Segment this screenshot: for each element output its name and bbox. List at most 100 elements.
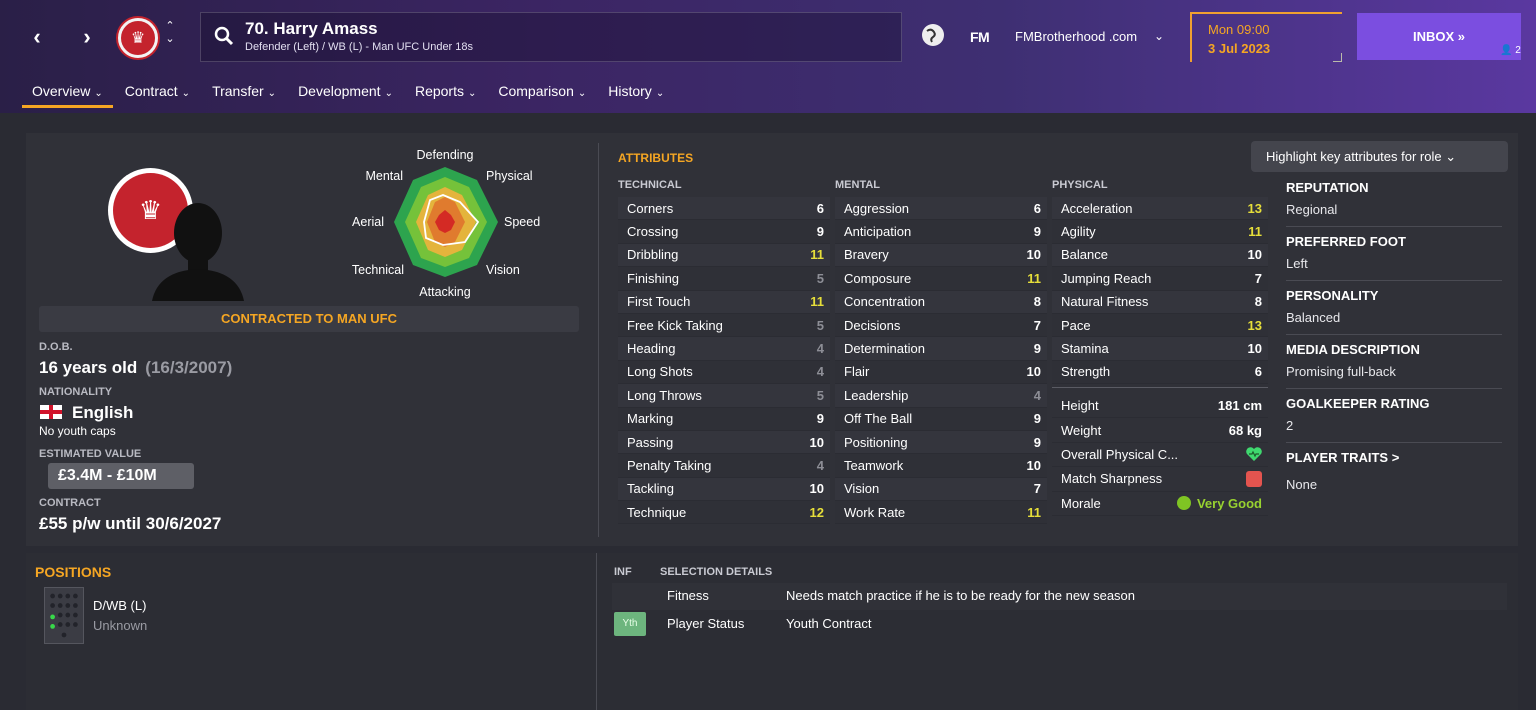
separator	[1286, 226, 1502, 227]
attribute-row[interactable]: Crossing 9	[618, 220, 830, 244]
tab-development[interactable]: Development ⌄	[288, 80, 403, 108]
game-date[interactable]: Mon 09:00 3 Jul 2023	[1190, 12, 1342, 62]
condition-row[interactable]: Overall Physical C...	[1052, 443, 1268, 468]
attribute-row[interactable]: Stamina 10	[1052, 337, 1268, 361]
attribute-value: 10	[1026, 247, 1041, 263]
tab-label: Overview	[32, 83, 91, 99]
attribute-row[interactable]: Aggression 6	[835, 197, 1047, 221]
mental-header: MENTAL	[835, 179, 881, 191]
tab-label: Contract	[124, 83, 178, 99]
radar-label-attacking: Attacking	[419, 285, 470, 299]
date-day: Mon 09:00	[1208, 22, 1270, 37]
sharpness-row[interactable]: Match Sharpness	[1052, 467, 1268, 492]
club-badge-icon[interactable]: ♛	[118, 18, 158, 58]
separator	[1286, 280, 1502, 281]
player-silhouette[interactable]	[148, 195, 248, 301]
attribute-row[interactable]: Vision 7	[835, 477, 1047, 502]
attribute-row[interactable]: Natural Fitness 8	[1052, 290, 1268, 314]
attribute-row[interactable]: Composure 11	[835, 267, 1047, 291]
contract-value[interactable]: £55 p/w until 30/6/2027	[39, 514, 221, 534]
attribute-value: 11	[1027, 270, 1041, 286]
morale-row[interactable]: Morale Very Good	[1052, 492, 1268, 516]
tab-overview[interactable]: Overview ⌄	[22, 80, 113, 108]
physical-header: PHYSICAL	[1052, 179, 1108, 191]
highlight-attributes-dropdown[interactable]: Highlight key attributes for role ⌄	[1251, 141, 1508, 172]
attribute-row[interactable]: Dribbling 11	[618, 243, 830, 268]
attribute-row[interactable]: Corners 6	[618, 197, 830, 221]
attribute-row[interactable]: Off The Ball 9	[835, 407, 1047, 431]
back-button[interactable]: ‹	[24, 24, 50, 50]
weight-label: Weight	[1061, 422, 1102, 438]
attribute-row[interactable]: Teamwork 10	[835, 454, 1047, 478]
personality-value: Balanced	[1286, 310, 1341, 325]
attribute-row[interactable]: Penalty Taking 4	[618, 454, 830, 478]
attribute-row[interactable]: Pace 13	[1052, 313, 1268, 338]
nationality-text: English	[72, 403, 134, 422]
position-pitch-icon[interactable]	[44, 587, 84, 644]
nationality-value[interactable]: English	[40, 403, 133, 423]
attribute-radar-chart[interactable]: Defending Physical Speed Vision Attackin…	[330, 140, 560, 300]
club-switch-chevrons-icon[interactable]: ⌃ ⌄	[163, 20, 177, 46]
attribute-value: 8	[1033, 294, 1041, 310]
estimated-value[interactable]: £3.4M - £10M	[48, 463, 194, 489]
tab-history[interactable]: History ⌄	[598, 80, 674, 108]
globe-icon[interactable]	[922, 24, 944, 46]
attribute-row[interactable]: Finishing 5	[618, 267, 830, 291]
attribute-row[interactable]: Work Rate 11	[835, 501, 1047, 525]
attribute-name: Work Rate	[844, 504, 906, 520]
player-traits-link[interactable]: PLAYER TRAITS >	[1286, 450, 1502, 465]
attribute-row[interactable]: Anticipation 9	[835, 220, 1047, 244]
attribute-name: Pace	[1061, 317, 1091, 333]
attribute-row[interactable]: Flair 10	[835, 360, 1047, 385]
personality-label: PERSONALITY	[1286, 288, 1379, 303]
youth-status-badge[interactable]: Yth	[614, 612, 646, 636]
attribute-row[interactable]: Heading 4	[618, 337, 830, 361]
attribute-row[interactable]: Free Kick Taking 5	[618, 313, 830, 338]
tab-transfer[interactable]: Transfer ⌄	[202, 80, 286, 108]
attribute-row[interactable]: Decisions 7	[835, 313, 1047, 338]
attribute-value: 10	[1247, 341, 1262, 357]
attribute-row[interactable]: Acceleration 13	[1052, 197, 1268, 221]
youth-caps: No youth caps	[39, 424, 116, 438]
attribute-row[interactable]: Bravery 10	[835, 243, 1047, 268]
attribute-row[interactable]: Long Throws 5	[618, 384, 830, 408]
tab-contract[interactable]: Contract ⌄	[115, 80, 200, 108]
attribute-row[interactable]: Agility 11	[1052, 220, 1268, 244]
fitness-row: Fitness Needs match practice if he is to…	[612, 583, 1507, 610]
attribute-name: Vision	[844, 481, 880, 497]
attribute-row[interactable]: Technique 12	[618, 501, 830, 525]
player-search-box[interactable]: 70. Harry Amass Defender (Left) / WB (L)…	[200, 12, 902, 62]
attribute-row[interactable]: Balance 10	[1052, 243, 1268, 268]
attribute-row[interactable]: Positioning 9	[835, 430, 1047, 455]
attribute-name: Off The Ball	[844, 411, 913, 427]
weight-value: 68 kg	[1228, 422, 1262, 438]
attribute-row[interactable]: First Touch 11	[618, 290, 830, 314]
inbox-button[interactable]: INBOX »	[1357, 13, 1521, 60]
attribute-row[interactable]: Jumping Reach 7	[1052, 267, 1268, 291]
attribute-row[interactable]: Leadership 4	[835, 384, 1047, 408]
attribute-row[interactable]: Tackling 10	[618, 477, 830, 502]
attribute-name: Positioning	[844, 434, 908, 450]
attribute-row[interactable]: Determination 9	[835, 337, 1047, 361]
attribute-name: Leadership	[844, 387, 909, 403]
radar-label-mental: Mental	[365, 169, 403, 183]
attribute-row[interactable]: Marking 9	[618, 407, 830, 431]
attribute-value: 9	[1033, 224, 1041, 240]
attribute-value: 7	[1254, 270, 1262, 286]
attribute-row[interactable]: Strength 6	[1052, 360, 1268, 385]
tab-comparison[interactable]: Comparison ⌄	[488, 80, 596, 108]
tab-reports[interactable]: Reports ⌄	[405, 80, 486, 108]
attribute-value: 9	[816, 411, 824, 427]
radar-label-vision: Vision	[486, 263, 520, 277]
skin-selector-label[interactable]: FMBrotherhood .com	[1015, 29, 1137, 44]
chevron-down-icon[interactable]: ⌄	[1154, 29, 1164, 43]
attribute-row[interactable]: Passing 10	[618, 430, 830, 455]
attribute-value: 11	[810, 294, 824, 310]
attribute-row[interactable]: Long Shots 4	[618, 360, 830, 385]
player-status-value: Youth Contract	[786, 616, 872, 631]
attribute-row[interactable]: Concentration 8	[835, 290, 1047, 314]
forward-button[interactable]: ›	[74, 24, 100, 50]
sharpness-icon	[1246, 470, 1262, 487]
inf-header: INF	[614, 566, 632, 578]
attribute-value: 5	[816, 387, 824, 403]
